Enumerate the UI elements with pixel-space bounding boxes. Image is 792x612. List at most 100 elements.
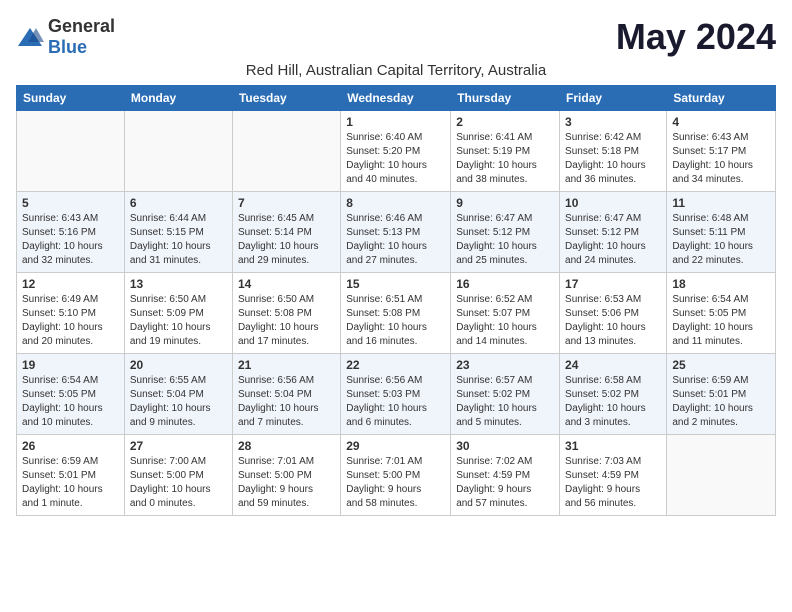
- day-number: 21: [238, 358, 335, 372]
- day-number: 16: [456, 277, 554, 291]
- calendar-day-cell: 30 Sunrise: 7:02 AMSunset: 4:59 PMDayligh…: [451, 435, 560, 516]
- calendar-day-cell: 31 Sunrise: 7:03 AMSunset: 4:59 PMDayligh…: [560, 435, 667, 516]
- calendar-day-cell: 26 Sunrise: 6:59 AMSunset: 5:01 PMDayligh…: [17, 435, 125, 516]
- day-number: 15: [346, 277, 445, 291]
- day-info: Sunrise: 7:01 AMSunset: 5:00 PMDaylight:…: [346, 455, 445, 511]
- day-info: Sunrise: 6:54 AMSunset: 5:05 PMDaylight:…: [22, 374, 119, 430]
- calendar-day-cell: 21Sunrise: 6:56 AMSunset: 5:04 PMDayligh…: [232, 354, 340, 435]
- calendar-day-cell: 17 Sunrise: 6:53 AMSunset: 5:06 PMDayligh…: [560, 273, 667, 354]
- day-info: Sunrise: 6:51 AMSunset: 5:08 PMDaylight:…: [346, 293, 445, 349]
- calendar-day-cell: [232, 111, 340, 192]
- day-number: 3: [565, 115, 661, 129]
- day-info: Sunrise: 6:42 AMSunset: 5:18 PMDaylight:…: [565, 131, 661, 187]
- weekday-header-saturday: Saturday: [667, 86, 776, 111]
- day-info: Sunrise: 7:01 AMSunset: 5:00 PMDaylight:…: [238, 455, 335, 511]
- calendar-day-cell: 7 Sunrise: 6:45 AMSunset: 5:14 PMDaylight…: [232, 192, 340, 273]
- day-number: 9: [456, 196, 554, 210]
- calendar-day-cell: [124, 111, 232, 192]
- weekday-header-monday: Monday: [124, 86, 232, 111]
- weekday-header-sunday: Sunday: [17, 86, 125, 111]
- day-info: Sunrise: 6:58 AMSunset: 5:02 PMDaylight:…: [565, 374, 661, 430]
- day-number: 28: [238, 439, 335, 453]
- day-info: Sunrise: 6:54 AMSunset: 5:05 PMDaylight:…: [672, 293, 770, 349]
- location-subtitle: Red Hill, Australian Capital Territory, …: [16, 62, 776, 79]
- day-info: Sunrise: 7:02 AMSunset: 4:59 PMDaylight:…: [456, 455, 554, 511]
- weekday-header-wednesday: Wednesday: [341, 86, 451, 111]
- day-number: 6: [130, 196, 227, 210]
- logo-blue: Blue: [48, 37, 87, 57]
- day-info: Sunrise: 6:50 AMSunset: 5:08 PMDaylight:…: [238, 293, 335, 349]
- day-info: Sunrise: 6:53 AMSunset: 5:06 PMDaylight:…: [565, 293, 661, 349]
- day-info: Sunrise: 6:40 AMSunset: 5:20 PMDaylight:…: [346, 131, 445, 187]
- day-info: Sunrise: 6:45 AMSunset: 5:14 PMDaylight:…: [238, 212, 335, 268]
- logo-icon: [16, 26, 44, 48]
- calendar-week-row: 19 Sunrise: 6:54 AMSunset: 5:05 PMDayligh…: [17, 354, 776, 435]
- day-number: 26: [22, 439, 119, 453]
- calendar-day-cell: 19 Sunrise: 6:54 AMSunset: 5:05 PMDayligh…: [17, 354, 125, 435]
- day-info: Sunrise: 6:59 AMSunset: 5:01 PMDaylight:…: [672, 374, 770, 430]
- calendar-day-cell: 29 Sunrise: 7:01 AMSunset: 5:00 PMDayligh…: [341, 435, 451, 516]
- day-number: 14: [238, 277, 335, 291]
- calendar-day-cell: 11Sunrise: 6:48 AMSunset: 5:11 PMDayligh…: [667, 192, 776, 273]
- weekday-header-row: SundayMondayTuesdayWednesdayThursdayFrid…: [17, 86, 776, 111]
- calendar-day-cell: [667, 435, 776, 516]
- logo: General Blue: [16, 16, 115, 58]
- day-number: 4: [672, 115, 770, 129]
- calendar-day-cell: 8 Sunrise: 6:46 AMSunset: 5:13 PMDaylight…: [341, 192, 451, 273]
- day-info: Sunrise: 6:59 AMSunset: 5:01 PMDaylight:…: [22, 455, 119, 511]
- day-info: Sunrise: 6:56 AMSunset: 5:03 PMDaylight:…: [346, 374, 445, 430]
- calendar-day-cell: 10Sunrise: 6:47 AMSunset: 5:12 PMDayligh…: [560, 192, 667, 273]
- day-number: 27: [130, 439, 227, 453]
- calendar-day-cell: 9 Sunrise: 6:47 AMSunset: 5:12 PMDaylight…: [451, 192, 560, 273]
- calendar-day-cell: 16 Sunrise: 6:52 AMSunset: 5:07 PMDayligh…: [451, 273, 560, 354]
- day-number: 8: [346, 196, 445, 210]
- weekday-header-friday: Friday: [560, 86, 667, 111]
- calendar-day-cell: 20 Sunrise: 6:55 AMSunset: 5:04 PMDayligh…: [124, 354, 232, 435]
- day-info: Sunrise: 6:47 AMSunset: 5:12 PMDaylight:…: [456, 212, 554, 268]
- day-number: 17: [565, 277, 661, 291]
- calendar-day-cell: 2 Sunrise: 6:41 AMSunset: 5:19 PMDaylight…: [451, 111, 560, 192]
- day-info: Sunrise: 6:52 AMSunset: 5:07 PMDaylight:…: [456, 293, 554, 349]
- day-info: Sunrise: 6:43 AMSunset: 5:17 PMDaylight:…: [672, 131, 770, 187]
- day-number: 30: [456, 439, 554, 453]
- day-number: 24: [565, 358, 661, 372]
- day-info: Sunrise: 7:03 AMSunset: 4:59 PMDaylight:…: [565, 455, 661, 511]
- day-number: 20: [130, 358, 227, 372]
- day-number: 10: [565, 196, 661, 210]
- calendar-table: SundayMondayTuesdayWednesdayThursdayFrid…: [16, 85, 776, 516]
- day-number: 1: [346, 115, 445, 129]
- day-number: 19: [22, 358, 119, 372]
- calendar-day-cell: 12Sunrise: 6:49 AMSunset: 5:10 PMDayligh…: [17, 273, 125, 354]
- calendar-day-cell: 3 Sunrise: 6:42 AMSunset: 5:18 PMDaylight…: [560, 111, 667, 192]
- weekday-header-thursday: Thursday: [451, 86, 560, 111]
- weekday-header-tuesday: Tuesday: [232, 86, 340, 111]
- day-number: 18: [672, 277, 770, 291]
- day-info: Sunrise: 6:46 AMSunset: 5:13 PMDaylight:…: [346, 212, 445, 268]
- day-number: 29: [346, 439, 445, 453]
- calendar-day-cell: 18 Sunrise: 6:54 AMSunset: 5:05 PMDayligh…: [667, 273, 776, 354]
- calendar-week-row: 5Sunrise: 6:43 AMSunset: 5:16 PMDaylight…: [17, 192, 776, 273]
- month-year-title: May 2024: [616, 16, 776, 58]
- calendar-day-cell: 23 Sunrise: 6:57 AMSunset: 5:02 PMDayligh…: [451, 354, 560, 435]
- calendar-week-row: 12Sunrise: 6:49 AMSunset: 5:10 PMDayligh…: [17, 273, 776, 354]
- calendar-week-row: 1 Sunrise: 6:40 AMSunset: 5:20 PMDaylight…: [17, 111, 776, 192]
- calendar-day-cell: 22 Sunrise: 6:56 AMSunset: 5:03 PMDayligh…: [341, 354, 451, 435]
- calendar-day-cell: 4 Sunrise: 6:43 AMSunset: 5:17 PMDaylight…: [667, 111, 776, 192]
- day-info: Sunrise: 6:55 AMSunset: 5:04 PMDaylight:…: [130, 374, 227, 430]
- day-number: 25: [672, 358, 770, 372]
- calendar-day-cell: 15 Sunrise: 6:51 AMSunset: 5:08 PMDayligh…: [341, 273, 451, 354]
- calendar-day-cell: 28 Sunrise: 7:01 AMSunset: 5:00 PMDayligh…: [232, 435, 340, 516]
- day-number: 11: [672, 196, 770, 210]
- day-number: 23: [456, 358, 554, 372]
- day-number: 22: [346, 358, 445, 372]
- calendar-day-cell: 13Sunrise: 6:50 AMSunset: 5:09 PMDayligh…: [124, 273, 232, 354]
- day-number: 13: [130, 277, 227, 291]
- day-number: 2: [456, 115, 554, 129]
- day-info: Sunrise: 6:43 AMSunset: 5:16 PMDaylight:…: [22, 212, 119, 268]
- day-info: Sunrise: 6:41 AMSunset: 5:19 PMDaylight:…: [456, 131, 554, 187]
- day-info: Sunrise: 6:57 AMSunset: 5:02 PMDaylight:…: [456, 374, 554, 430]
- day-number: 7: [238, 196, 335, 210]
- day-info: Sunrise: 7:00 AMSunset: 5:00 PMDaylight:…: [130, 455, 227, 511]
- day-number: 31: [565, 439, 661, 453]
- day-info: Sunrise: 6:49 AMSunset: 5:10 PMDaylight:…: [22, 293, 119, 349]
